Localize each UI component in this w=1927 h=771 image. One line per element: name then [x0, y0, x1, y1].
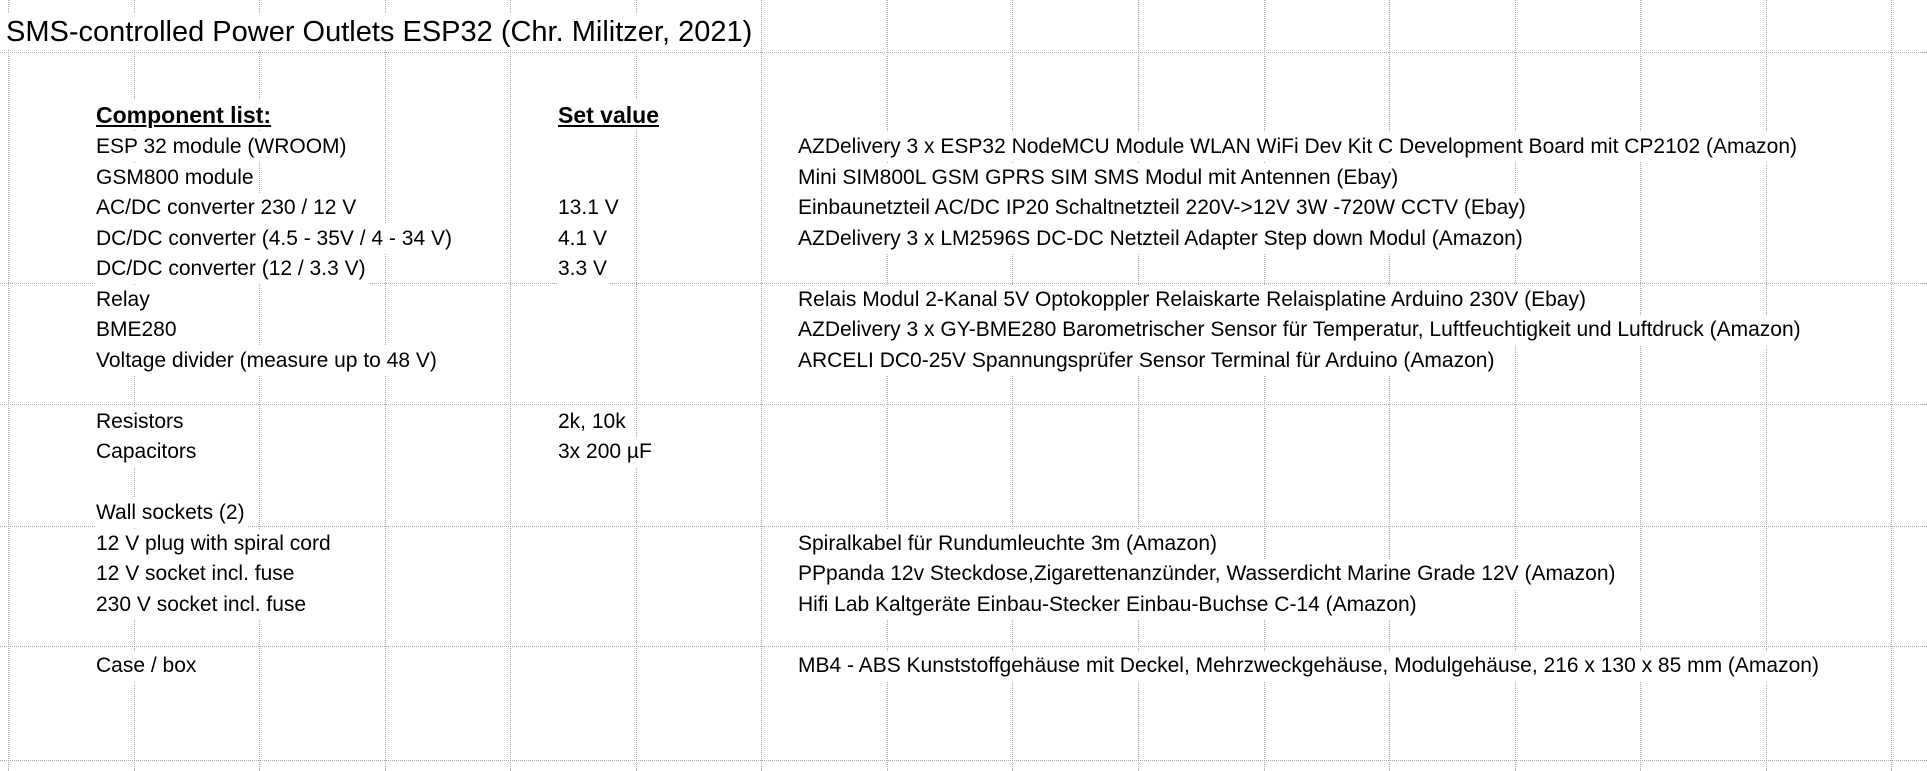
- set-value-cell: 4.1 V: [558, 223, 611, 254]
- component-list-header: Component list:: [96, 100, 275, 130]
- table-row: [0, 376, 1920, 406]
- table-row: ESP 32 module (WROOM) AZDelivery 3 x ESP3…: [0, 132, 1920, 162]
- table-row: 12 V plug with spiral cord Spiralkabel fü…: [0, 528, 1920, 559]
- table-row: Voltage divider (measure up to 48 V) ARCE…: [0, 345, 1920, 376]
- table-row: Capacitors 3x 200 µF: [0, 437, 1920, 467]
- page-title: SMS-controlled Power Outlets ESP32 (Chr.…: [6, 14, 757, 50]
- set-value-header: Set value: [558, 100, 662, 130]
- header-row: Component list: Set value: [0, 100, 1900, 130]
- component-cell: DC/DC converter (4.5 - 35V / 4 - 34 V): [96, 223, 455, 254]
- table-row: AC/DC converter 230 / 12 V 13.1 V Einbaune…: [0, 193, 1920, 223]
- document-page: SMS-controlled Power Outlets ESP32 (Chr.…: [0, 0, 1927, 771]
- table-row: [0, 620, 1920, 650]
- table-row: DC/DC converter (4.5 - 35V / 4 - 34 V) 4.…: [0, 223, 1920, 254]
- component-cell: BME280: [96, 315, 180, 345]
- component-cell: 230 V socket incl. fuse: [96, 589, 310, 620]
- set-value-cell: 2k, 10k: [558, 406, 629, 437]
- set-value-cell: 3x 200 µF: [558, 437, 655, 467]
- table-row: Case / box MB4 - ABS Kunststoffgehäuse mi…: [0, 650, 1920, 681]
- source-cell: AZDelivery 3 x GY-BME280 Barometrischer …: [798, 315, 1804, 345]
- table-row: GSM800 module Mini SIM800L GSM GPRS SIM S…: [0, 162, 1920, 193]
- source-cell: Spiralkabel für Rundumleuchte 3m (Amazon…: [798, 528, 1221, 559]
- table-row: [0, 468, 1920, 498]
- component-cell: AC/DC converter 230 / 12 V: [96, 193, 360, 223]
- table-row: 12 V socket incl. fuse PPpanda 12v Steckd…: [0, 559, 1920, 589]
- component-cell: Capacitors: [96, 437, 200, 467]
- source-cell: Einbaunetzteil AC/DC IP20 Schaltnetzteil…: [798, 193, 1529, 223]
- source-cell: MB4 - ABS Kunststoffgehäuse mit Deckel, …: [798, 650, 1822, 681]
- set-value-cell: 13.1 V: [558, 193, 622, 223]
- component-cell: Voltage divider (measure up to 48 V): [96, 345, 440, 376]
- component-cell: 12 V socket incl. fuse: [96, 559, 298, 589]
- table-row: Relay Relais Modul 2-Kanal 5V Optokoppler…: [0, 284, 1920, 315]
- table-row: 230 V socket incl. fuse Hifi Lab Kaltgerä…: [0, 589, 1920, 620]
- component-cell: GSM800 module: [96, 162, 257, 193]
- component-cell: Resistors: [96, 406, 187, 437]
- source-cell: Mini SIM800L GSM GPRS SIM SMS Modul mit …: [798, 162, 1402, 193]
- set-value-cell: 3.3 V: [558, 254, 611, 284]
- source-cell: AZDelivery 3 x ESP32 NodeMCU Module WLAN…: [798, 132, 1801, 162]
- component-cell: Case / box: [96, 650, 200, 681]
- component-cell: 12 V plug with spiral cord: [96, 528, 334, 559]
- source-cell: Relais Modul 2-Kanal 5V Optokoppler Rela…: [798, 284, 1589, 315]
- component-cell: Relay: [96, 284, 153, 315]
- component-cell: Wall sockets (2): [96, 498, 248, 528]
- source-cell: AZDelivery 3 x LM2596S DC-DC Netzteil Ad…: [798, 223, 1526, 254]
- table-row: BME280 AZDelivery 3 x GY-BME280 Barometri…: [0, 315, 1920, 345]
- title-text: SMS-controlled Power Outlets ESP32 (Chr.…: [6, 16, 753, 48]
- source-cell: PPpanda 12v Steckdose,Zigarettenanzünder…: [798, 559, 1619, 589]
- source-cell: ARCELI DC0-25V Spannungsprüfer Sensor Te…: [798, 345, 1498, 376]
- table-row: DC/DC converter (12 / 3.3 V) 3.3 V: [0, 254, 1920, 284]
- component-cell: ESP 32 module (WROOM): [96, 132, 350, 162]
- table-row: Wall sockets (2): [0, 498, 1920, 528]
- table-row: Resistors 2k, 10k: [0, 406, 1920, 437]
- component-cell: DC/DC converter (12 / 3.3 V): [96, 254, 369, 284]
- source-cell: Hifi Lab Kaltgeräte Einbau-Stecker Einba…: [798, 589, 1420, 620]
